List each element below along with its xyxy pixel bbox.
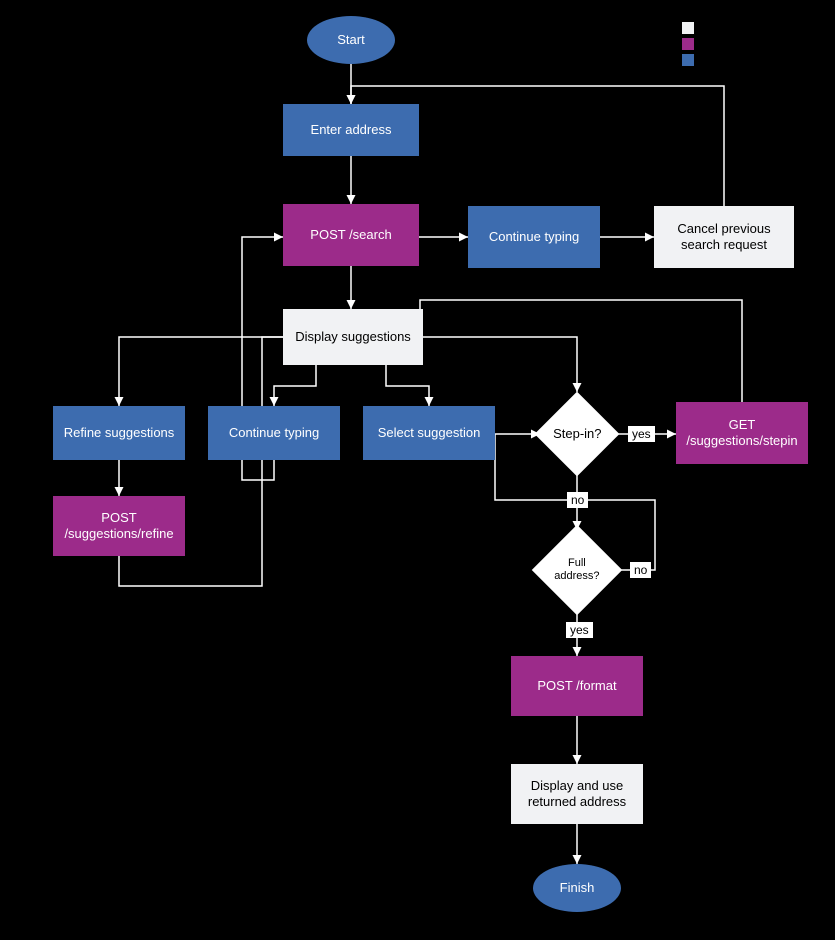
get-stepin-label: GET /suggestions/stepin <box>680 417 804 448</box>
start-node: Start <box>307 16 395 64</box>
continue-typing-top-label: Continue typing <box>489 229 579 245</box>
finish-label: Finish <box>560 880 595 896</box>
display-return-node: Display and use returned address <box>511 764 643 824</box>
refine-suggestions-label: Refine suggestions <box>64 425 175 441</box>
display-suggestions-node: Display suggestions <box>283 309 423 365</box>
refine-suggestions-node: Refine suggestions <box>53 406 185 460</box>
full-address-label: Full address? <box>549 557 605 583</box>
cancel-previous-node: Cancel previous search request <box>654 206 794 268</box>
enter-address-node: Enter address <box>283 104 419 156</box>
select-suggestion-node: Select suggestion <box>363 406 495 460</box>
start-label: Start <box>337 32 364 48</box>
flowchart-canvas: Start Enter address POST /search Continu… <box>0 0 835 940</box>
display-suggestions-label: Display suggestions <box>295 329 411 345</box>
finish-node: Finish <box>533 864 621 912</box>
continue-typing-top-node: Continue typing <box>468 206 600 268</box>
post-format-label: POST /format <box>537 678 616 694</box>
select-suggestion-label: Select suggestion <box>378 425 481 441</box>
cancel-previous-label: Cancel previous search request <box>658 221 790 252</box>
post-search-label: POST /search <box>310 227 391 243</box>
step-in-yes-label: yes <box>628 426 655 442</box>
step-in-no-label: no <box>567 492 588 508</box>
display-return-label: Display and use returned address <box>515 778 639 809</box>
step-in-label: Step-in? <box>553 426 601 442</box>
post-refine-label: POST /suggestions/refine <box>57 510 181 541</box>
post-format-node: POST /format <box>511 656 643 716</box>
enter-address-label: Enter address <box>311 122 392 138</box>
continue-typing-mid-label: Continue typing <box>229 425 319 441</box>
get-stepin-node: GET /suggestions/stepin <box>676 402 808 464</box>
full-no-label: no <box>630 562 651 578</box>
full-yes-label: yes <box>566 622 593 638</box>
post-refine-node: POST /suggestions/refine <box>53 496 185 556</box>
continue-typing-mid-node: Continue typing <box>208 406 340 460</box>
post-search-node: POST /search <box>283 204 419 266</box>
